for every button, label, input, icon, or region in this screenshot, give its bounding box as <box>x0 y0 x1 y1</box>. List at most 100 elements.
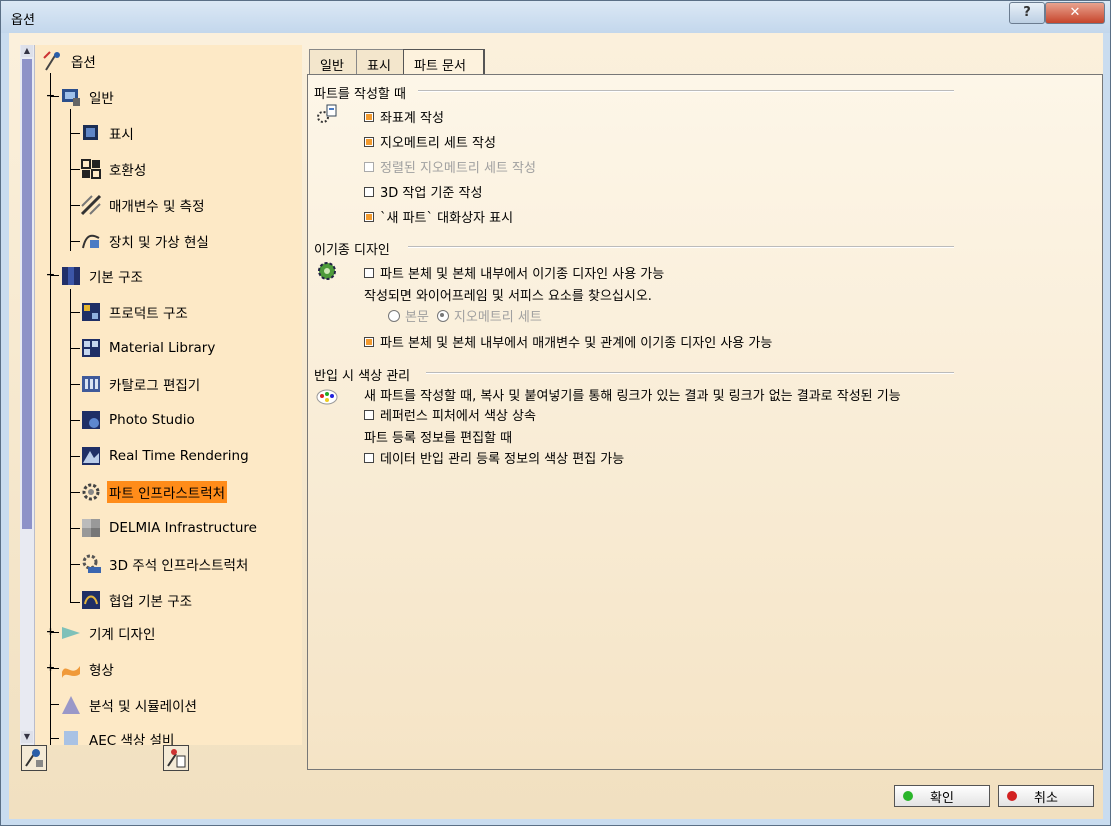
tree-item-label: 매개변수 및 측정 <box>109 199 205 215</box>
section-title-hybrid: 이기종 디자인 <box>314 243 390 258</box>
tree-item-label: 카탈로그 편집기 <box>109 378 201 394</box>
create-axis-option[interactable]: 좌표계 작성 <box>364 107 444 126</box>
shape-icon <box>60 658 82 680</box>
scroll-up-arrow[interactable]: ▲ <box>21 45 33 57</box>
create-ordered-geoset-option: 정렬된 지오메트리 세트 작성 <box>364 157 536 176</box>
cancel-label: 취소 <box>1034 790 1058 806</box>
tab-display[interactable]: 표시 <box>356 49 404 75</box>
tree-item-3d-annotation[interactable]: 3D 주석 인프라스트럭처 <box>80 552 250 576</box>
annotation-icon <box>80 553 102 575</box>
checkbox[interactable] <box>364 452 374 463</box>
tree-item-delmia-infrastructure[interactable]: DELMIA Infrastructure <box>80 516 259 540</box>
tree-connector <box>50 73 51 745</box>
option-label: 파트 본체 및 본체 내부에서 매개변수 및 관계에 이기종 디자인 사용 가능 <box>380 336 773 351</box>
tree-item-label: AEC 색상 설비 <box>89 733 175 745</box>
tree-item-product-structure[interactable]: 프로덕트 구조 <box>80 300 190 324</box>
tree-item-compatibility[interactable]: 호환성 <box>80 157 148 181</box>
tree-item-part-infrastructure[interactable]: 파트 인프라스트럭처 <box>80 480 228 504</box>
devices-vr-icon <box>80 230 102 252</box>
edit-properties-heading: 파트 등록 정보를 편집할 때 <box>364 431 513 446</box>
tree-item-collaboration[interactable]: 협업 기본 구조 <box>80 588 194 612</box>
show-new-part-dialog-option[interactable]: `새 파트` 대화상자 표시 <box>364 207 513 226</box>
scroll-down-arrow[interactable]: ▼ <box>21 731 33 743</box>
checkbox[interactable] <box>364 336 374 347</box>
tree-connector <box>70 528 80 529</box>
hybrid-info-text: 작성되면 와이어프레임 및 서피스 요소를 찾으십시오. <box>364 289 652 304</box>
scroll-thumb[interactable] <box>22 59 32 529</box>
checkbox[interactable] <box>364 409 374 420</box>
tree-item-general[interactable]: 일반 <box>60 85 116 109</box>
tree-item-label: DELMIA Infrastructure <box>109 520 257 536</box>
hybrid-params-option[interactable]: 파트 본체 및 본체 내부에서 매개변수 및 관계에 이기종 디자인 사용 가능 <box>364 332 772 351</box>
checkbox[interactable] <box>364 111 374 122</box>
ok-label: 확인 <box>930 790 954 806</box>
checkbox[interactable] <box>364 136 374 147</box>
tree-item-label: 프로덕트 구조 <box>109 306 188 322</box>
tab-content-part-document: 파트를 작성할 때 좌표계 작성 지오메트리 세트 작성 정렬된 지오메트리 세… <box>307 74 1103 770</box>
option-label: `새 파트` 대화상자 표시 <box>380 211 514 226</box>
edit-color-option[interactable]: 데이터 반입 관리 등록 정보의 색상 편집 가능 <box>364 448 624 467</box>
cancel-button[interactable]: 취소 <box>998 785 1094 807</box>
tree-item-material-library[interactable]: Material Library <box>80 336 217 360</box>
tree-item-catalog-editor[interactable]: 카탈로그 편집기 <box>80 372 202 396</box>
section-divider <box>426 372 954 374</box>
tree-item-display[interactable]: 표시 <box>80 121 136 145</box>
tree-item-options[interactable]: 옵션 <box>42 49 98 73</box>
option-label: 지오메트리 세트 작성 <box>380 136 496 151</box>
tree-connector <box>51 704 59 705</box>
tree-import-button[interactable] <box>21 745 47 771</box>
checkbox[interactable] <box>364 267 374 278</box>
tree-connector <box>70 602 80 603</box>
tree-connector <box>70 564 80 565</box>
tree-connector <box>51 738 59 739</box>
tree-item-shape[interactable]: 형상 <box>60 657 116 681</box>
option-label: 정렬된 지오메트리 세트 작성 <box>380 161 536 176</box>
tree-item-photo-studio[interactable]: Photo Studio <box>80 408 197 432</box>
tree-item-infrastructure[interactable]: 기본 구조 <box>60 264 145 288</box>
tree-item-analysis[interactable]: 분석 및 시뮬레이션 <box>60 693 199 717</box>
tree-connector <box>51 96 59 97</box>
tree-export-button[interactable] <box>163 745 189 771</box>
tree-connector <box>70 241 80 242</box>
tree-item-aec[interactable]: AEC 색상 설비 <box>60 727 176 745</box>
tree-connector <box>70 109 71 251</box>
close-button[interactable]: ✕ <box>1045 2 1105 24</box>
create-geoset-option[interactable]: 지오메트리 세트 작성 <box>364 132 496 151</box>
help-button[interactable]: ? <box>1009 2 1045 24</box>
tree-item-real-time-rendering[interactable]: Real Time Rendering <box>80 444 251 468</box>
tree-connector <box>51 275 59 276</box>
tree-item-label: 기본 구조 <box>89 270 143 286</box>
create-3d-work-support-option[interactable]: 3D 작업 기준 작성 <box>364 182 482 201</box>
tree-connector <box>70 384 80 385</box>
delmia-icon <box>80 517 102 539</box>
tree-item-label: 호환성 <box>109 163 147 179</box>
tree-item-devices-vr[interactable]: 장치 및 가상 현실 <box>80 229 211 253</box>
option-label: 파트 본체 및 본체 내부에서 이기종 디자인 사용 가능 <box>380 267 665 282</box>
tab-general[interactable]: 일반 <box>309 49 357 75</box>
hybrid-design-option[interactable]: 파트 본체 및 본체 내부에서 이기종 디자인 사용 가능 <box>364 263 664 282</box>
import-icon <box>25 749 43 767</box>
tree-item-mechanical-design[interactable]: 기계 디자인 <box>60 621 157 645</box>
section-divider <box>418 90 954 92</box>
tree-item-label: 파트 인프라스트럭처 <box>107 481 228 503</box>
checkbox[interactable] <box>364 186 374 197</box>
tree-scrollbar[interactable]: ▲ ▼ <box>20 45 35 745</box>
inherit-color-option[interactable]: 레퍼런스 피처에서 색상 상속 <box>364 405 536 424</box>
tree-item-label: 장치 및 가상 현실 <box>109 235 209 251</box>
checkbox[interactable] <box>364 211 374 222</box>
options-tree: ▲ ▼ 옵션 − 일반 표시 <box>20 45 302 745</box>
section-divider <box>408 246 954 248</box>
ok-button[interactable]: 확인 <box>894 785 990 807</box>
tree-item-label: 기계 디자인 <box>89 627 156 643</box>
tree-connector <box>70 312 80 313</box>
catalog-editor-icon <box>80 373 102 395</box>
tab-part-document[interactable]: 파트 문서 <box>403 49 485 76</box>
radio-button <box>436 309 449 322</box>
analysis-icon <box>60 694 82 716</box>
tree-item-label: 분석 및 시뮬레이션 <box>89 699 197 715</box>
tree-item-label: Real Time Rendering <box>109 448 249 464</box>
tree-item-parameters[interactable]: 매개변수 및 측정 <box>80 193 207 217</box>
tree-item-label: 옵션 <box>71 55 96 71</box>
tree-connector <box>70 456 80 457</box>
aec-icon <box>60 728 82 745</box>
